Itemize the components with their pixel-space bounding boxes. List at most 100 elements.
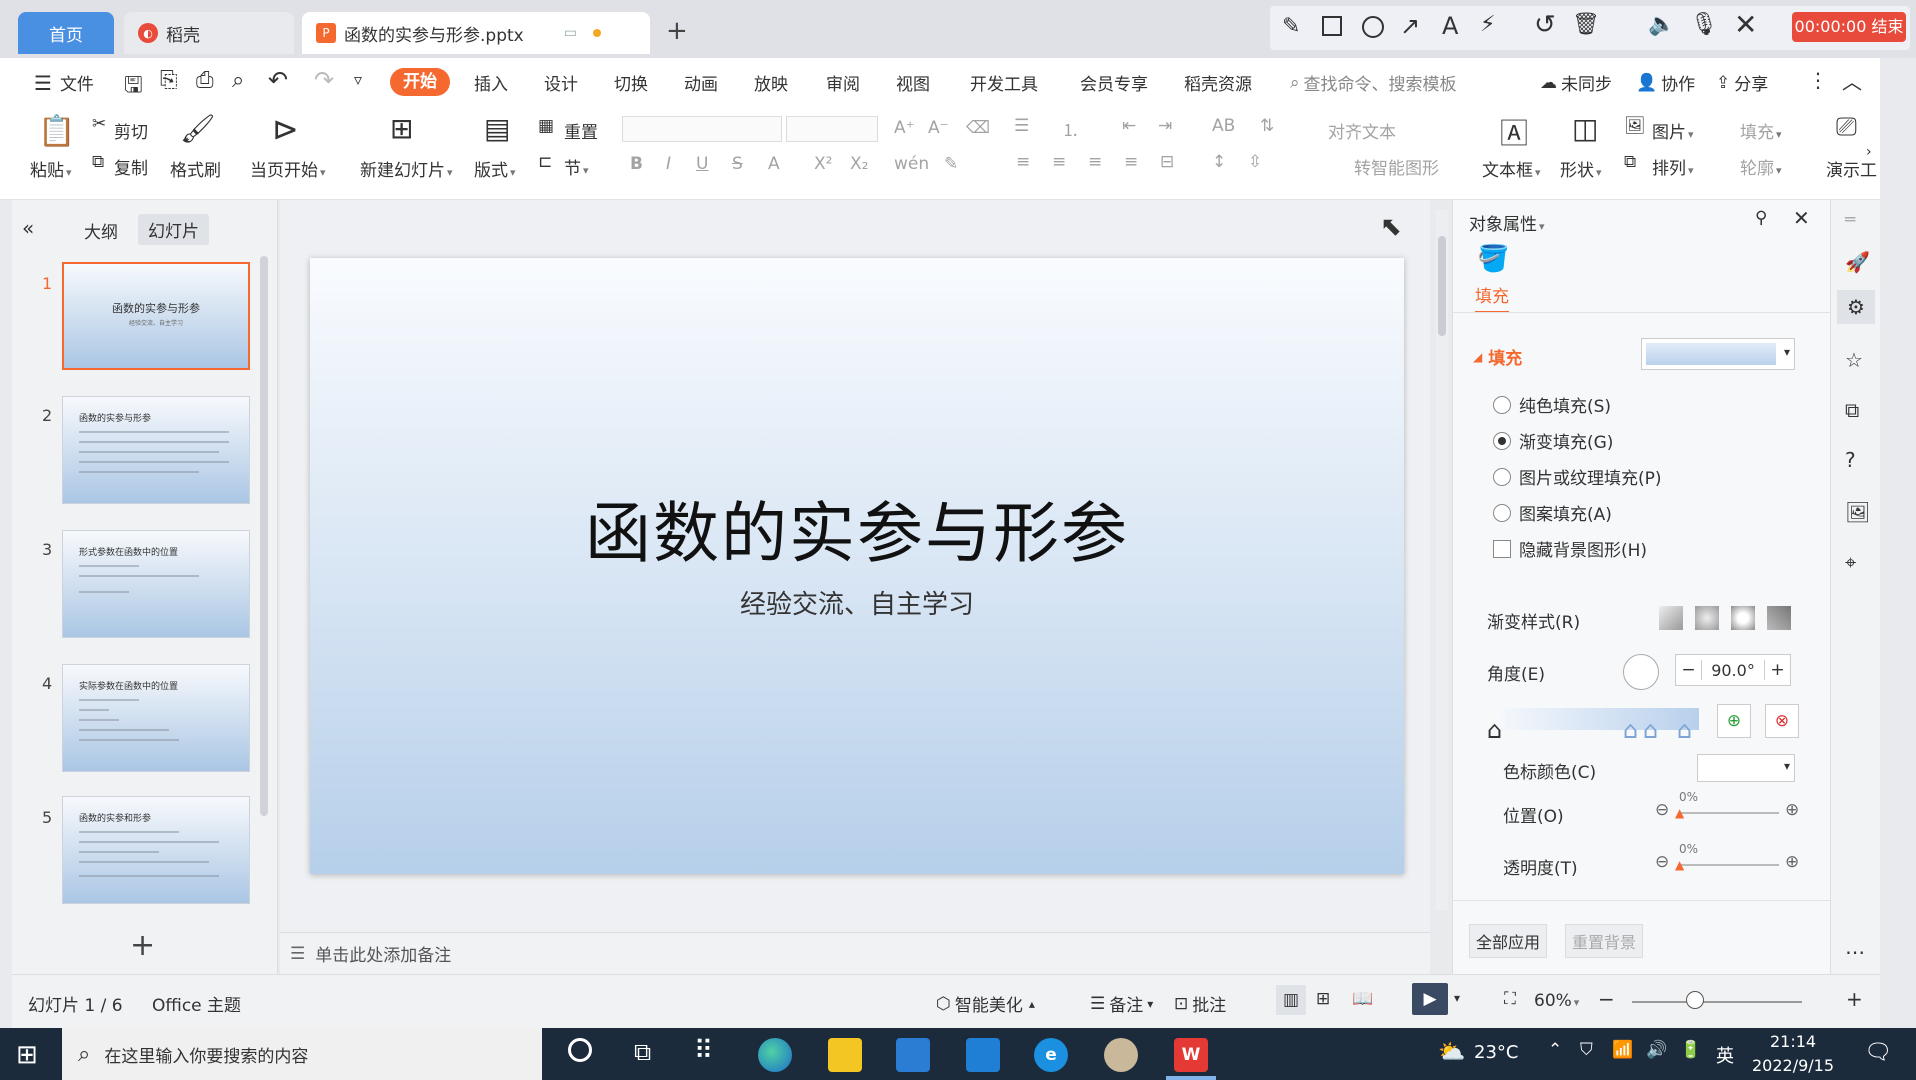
gradient-stop-handle[interactable]: ⌂ — [1623, 716, 1638, 744]
speaker-icon[interactable]: 🔈 — [1648, 12, 1675, 37]
more-dots-icon[interactable]: ⋯ — [1845, 940, 1865, 964]
clock-date[interactable]: 2022/9/15 — [1752, 1056, 1834, 1075]
slide-thumb-3[interactable]: 形式参数在函数中的位置 — [62, 530, 250, 638]
subscript-icon[interactable]: X₂ — [850, 154, 868, 174]
redo-icon[interactable]: ↷ — [314, 66, 334, 94]
theme-name[interactable]: Office 主题 — [152, 991, 241, 1016]
fill-option-solid[interactable]: 纯色填充(S) — [1493, 392, 1611, 417]
windows-start-icon[interactable]: ⊞ — [16, 1040, 38, 1070]
text-tool-icon[interactable]: A — [1442, 12, 1458, 40]
security-icon[interactable]: ⛉ — [1580, 1040, 1593, 1060]
command-search[interactable]: ⌕ 查找命令、搜索模板 — [1290, 70, 1457, 96]
comments-button[interactable]: ⊡ 批注 — [1174, 991, 1226, 1017]
print-icon[interactable]: ⎙ — [196, 68, 214, 93]
collapse-ribbon-icon[interactable]: ︿ — [1842, 66, 1862, 95]
play-circle-icon[interactable]: ⊳ — [272, 110, 299, 148]
bold-icon[interactable]: B — [630, 154, 643, 174]
image-settings-icon[interactable]: 🖼 — [1845, 500, 1870, 524]
zoom-level[interactable]: 60% — [1534, 991, 1579, 1011]
gradient-stop-handle[interactable]: ⌂ — [1487, 716, 1502, 744]
battery-icon[interactable]: 🔋 — [1680, 1040, 1701, 1060]
monitor-icon[interactable]: ▭ — [564, 25, 577, 41]
gradient-stop-handle[interactable]: ⌂ — [1677, 716, 1692, 744]
radio-gradient[interactable] — [1493, 431, 1511, 450]
copy-window-icon[interactable]: ⧉ — [1845, 398, 1859, 422]
shape-button[interactable]: 形状 — [1560, 156, 1602, 181]
gradient-style-radial[interactable] — [1695, 606, 1719, 630]
delete-stop-icon[interactable]: ⊗ — [1765, 704, 1799, 738]
slide-thumb-4[interactable]: 实际参数在函数中的位置 — [62, 664, 250, 772]
phonetic-icon[interactable]: wén — [894, 154, 929, 174]
angle-value[interactable]: 90.0° — [1702, 661, 1764, 680]
position-decrease-icon[interactable]: ⊖ — [1655, 800, 1669, 820]
strikethrough-icon[interactable]: S — [732, 154, 743, 174]
new-slide-icon[interactable]: ⊞ — [390, 112, 413, 145]
app-grid-icon[interactable]: ⠿ — [694, 1036, 713, 1066]
font-name-select[interactable] — [622, 116, 782, 142]
store-icon[interactable] — [896, 1038, 930, 1072]
arrange-icon[interactable]: ⧉ — [1624, 152, 1636, 172]
position-slider-handle[interactable]: ▲ — [1675, 806, 1684, 820]
transparency-slider[interactable] — [1679, 864, 1779, 866]
scrollbar-thumb[interactable] — [1438, 236, 1446, 336]
notes-area[interactable]: ☰ 单击此处添加备注 — [280, 932, 1430, 974]
slideshow-dropdown-icon[interactable]: ▾ — [1454, 991, 1460, 1005]
rocket-icon[interactable]: 🚀 — [1845, 250, 1870, 274]
fill-bucket-icon[interactable]: 🪣 — [1477, 244, 1509, 274]
decrease-font-icon[interactable]: A⁻ — [928, 118, 949, 138]
circle-icon[interactable] — [1362, 16, 1384, 38]
hide-bg-checkbox[interactable] — [1493, 539, 1511, 558]
taskbar-search[interactable]: ⌕ 在这里输入你要搜索的内容 — [62, 1028, 542, 1080]
radio-picture[interactable] — [1493, 467, 1511, 486]
zoom-in-icon[interactable]: + — [1846, 987, 1863, 1011]
fit-window-icon[interactable]: ⛶ — [1504, 989, 1516, 1009]
menu-tab-view[interactable]: 视图 — [896, 70, 930, 95]
wifi-icon[interactable]: 📶 — [1612, 1040, 1633, 1060]
arrange-button[interactable]: 排列 — [1652, 154, 1694, 179]
increase-indent-icon[interactable]: ⇥ — [1158, 116, 1172, 136]
tab-document[interactable]: P 函数的实参与形参.pptx ▭ — [302, 12, 650, 54]
slide-thumb-5[interactable]: 函数的实参和形参 — [62, 796, 250, 904]
angle-dial[interactable] — [1623, 654, 1659, 690]
microphone-icon[interactable]: 🎙 — [1690, 12, 1718, 37]
pencil-icon[interactable]: ✎ — [1282, 14, 1300, 39]
font-size-select[interactable] — [786, 116, 878, 142]
menu-tab-design[interactable]: 设计 — [544, 70, 578, 95]
sorter-view-icon[interactable]: ⊞ — [1316, 989, 1330, 1009]
slide-thumb-2[interactable]: 函数的实参与形参 — [62, 396, 250, 504]
reset-background-button[interactable]: 重置背景 — [1565, 924, 1644, 958]
align-text-button[interactable]: 对齐文本 — [1328, 118, 1396, 143]
export-pdf-icon[interactable]: ⎘ — [160, 68, 178, 93]
reading-view-icon[interactable]: 📖 — [1352, 989, 1373, 1009]
slide-thumb-1[interactable]: 函数的实参与形参 经验交流、自主学习 — [62, 262, 250, 370]
decrease-indent-icon[interactable]: ⇤ — [1122, 116, 1136, 136]
quick-access-dropdown-icon[interactable]: ▿ — [354, 70, 362, 89]
add-stop-icon[interactable]: ⊕ — [1717, 704, 1751, 738]
section-icon[interactable]: ⊏ — [538, 152, 552, 172]
record-stop-button[interactable]: 00:00:00 结束 — [1792, 12, 1906, 42]
line-spacing-icon[interactable]: ↕ — [1212, 152, 1226, 172]
fill-section-header[interactable]: ◢ 填充 — [1473, 344, 1522, 369]
sync-status[interactable]: ☁ 未同步 — [1540, 70, 1612, 96]
format-painter-icon[interactable]: 🖌 — [180, 112, 216, 145]
font-color-icon[interactable]: A — [768, 154, 780, 174]
transparency-decrease-icon[interactable]: ⊖ — [1655, 852, 1669, 872]
picture-icon[interactable]: 🖼 — [1624, 116, 1646, 136]
undo-icon[interactable]: ↺ — [1534, 10, 1556, 40]
help-icon[interactable]: ? — [1845, 448, 1856, 472]
app-round-icon[interactable] — [1104, 1038, 1138, 1072]
volume-icon[interactable]: 🔊 — [1646, 1040, 1667, 1060]
scissors-icon[interactable]: ✂ — [92, 114, 106, 134]
print-preview-icon[interactable]: ⌕ — [232, 68, 244, 93]
new-tab-button[interactable]: + — [666, 16, 688, 46]
zoom-slider-handle[interactable] — [1686, 991, 1704, 1009]
menu-tab-developer[interactable]: 开发工具 — [970, 70, 1038, 95]
fill-option-picture[interactable]: 图片或纹理填充(P) — [1493, 464, 1662, 489]
increase-font-icon[interactable]: A⁺ — [894, 118, 915, 138]
reset-icon[interactable]: ▦ — [538, 116, 554, 136]
task-view-icon[interactable]: ⧉ — [634, 1038, 651, 1066]
edge-browser-icon[interactable] — [758, 1038, 792, 1072]
position-slider[interactable] — [1679, 812, 1779, 814]
section-button[interactable]: 节 — [564, 154, 589, 179]
zoom-out-icon[interactable]: − — [1598, 987, 1615, 1011]
